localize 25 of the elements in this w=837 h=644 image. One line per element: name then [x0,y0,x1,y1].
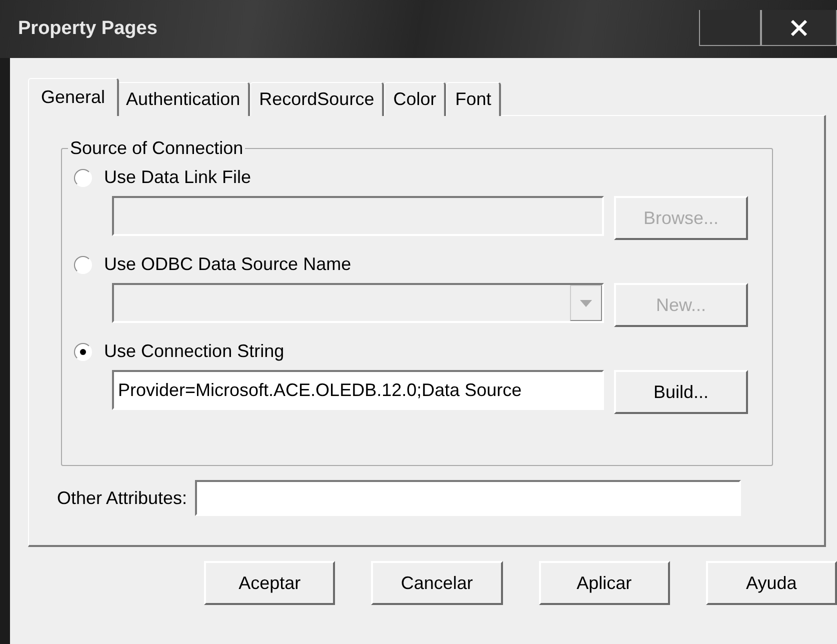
tab[interactable]: General [28,78,120,116]
option-button[interactable]: Build... [614,370,748,414]
dialog-button[interactable]: Cancelar [371,561,502,605]
dialog-button[interactable]: Aceptar [204,561,336,605]
input-field[interactable] [195,480,742,516]
tab[interactable]: Color [384,82,446,116]
radio-label: Use Data Link File [104,167,252,188]
radio-label: Use Connection String [104,341,284,362]
minimize-button[interactable] [699,10,761,46]
tab[interactable]: Font [446,82,502,116]
radio-button[interactable] [74,342,92,360]
dialog-button[interactable]: Aplicar [538,561,670,605]
group-title: Source of Connection [69,138,244,159]
tab[interactable]: RecordSource [250,82,384,116]
radio-button[interactable] [74,168,92,186]
field-label: Other Attributes: [57,488,188,508]
dialog-button[interactable]: Ayuda [706,561,837,605]
text-field[interactable]: Provider=Microsoft.ACE.OLEDB.12.0;Data Source [112,370,604,410]
window-title: Property Pages [18,18,158,40]
caret-icon [580,300,592,306]
close-icon [790,20,808,36]
radio-button[interactable] [74,256,92,274]
tab[interactable]: Authentication [117,82,250,116]
radio-label: Use ODBC Data Source Name [104,254,352,275]
close-button[interactable] [761,10,837,46]
